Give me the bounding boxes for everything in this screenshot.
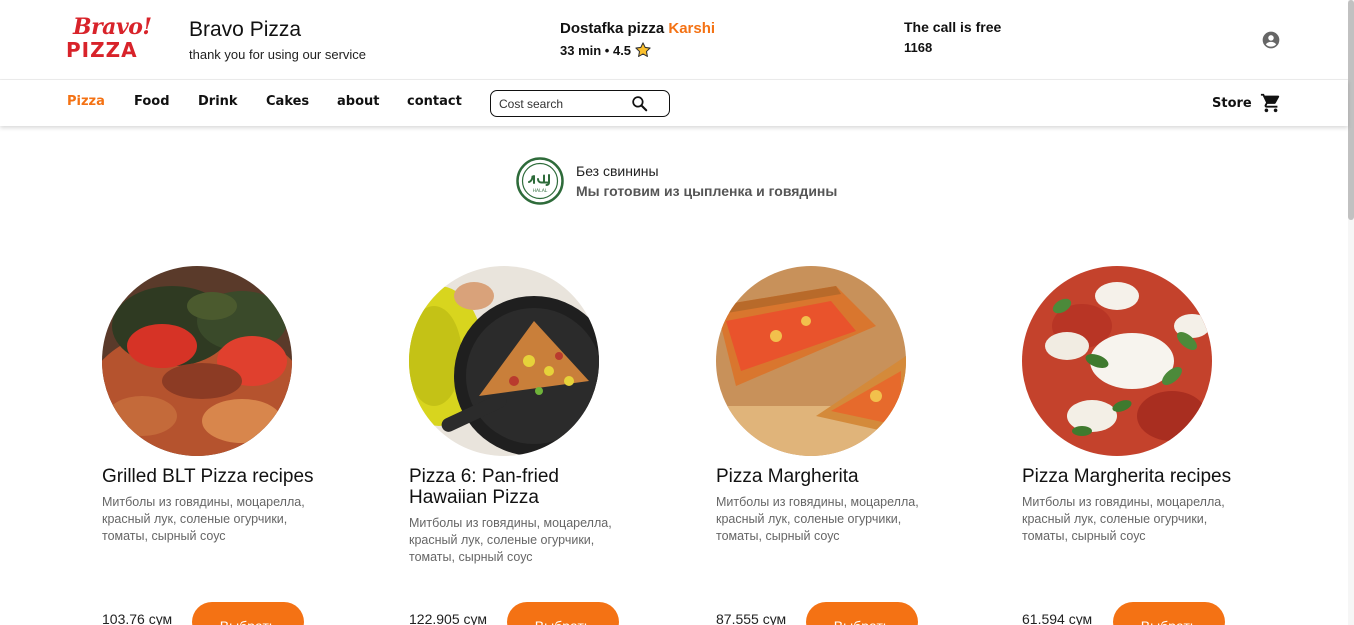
call-number[interactable]: 1168 bbox=[904, 40, 1001, 55]
choose-button[interactable]: Выбрать bbox=[1113, 602, 1225, 625]
nav-item-about[interactable]: about bbox=[337, 94, 379, 109]
nav-item-contact[interactable]: contact bbox=[407, 94, 462, 109]
nav-item-food[interactable]: Food bbox=[134, 94, 170, 109]
store-label: Store bbox=[1212, 95, 1252, 111]
product-image-margherita[interactable] bbox=[716, 266, 906, 456]
logo-block-text: PIZZA bbox=[66, 38, 138, 62]
product-image-margherita-recipes[interactable] bbox=[1022, 266, 1212, 456]
brand-subtitle: thank you for using our service bbox=[189, 47, 367, 62]
product-image-grilled-blt[interactable] bbox=[102, 266, 292, 456]
brand-block: Bravo Pizza thank you for using our serv… bbox=[189, 18, 366, 62]
product-price: 87.555 сум bbox=[716, 611, 787, 625]
choose-button[interactable]: Выбрать bbox=[507, 602, 619, 625]
delivery-city[interactable]: Karshi bbox=[668, 20, 715, 37]
product-card: Grilled BLT Pizza recipes Митболы из гов… bbox=[102, 266, 332, 545]
product-description: Митболы из говядины, моцарелла, красный … bbox=[716, 495, 919, 543]
delivery-time-rating: 33 min • 4.5 bbox=[560, 42, 632, 58]
product-image-hawaiian[interactable] bbox=[409, 266, 599, 456]
logo-script-text: Bravo! bbox=[73, 14, 152, 40]
nav-item-cakes[interactable]: Cakes bbox=[266, 94, 309, 109]
search-box bbox=[490, 90, 670, 117]
choose-button[interactable]: Выбрать bbox=[192, 602, 304, 625]
product-name[interactable]: Pizza 6: Pan-fried Hawaiian Pizza bbox=[409, 466, 634, 508]
product-description: Митболы из говядины, моцарелла, красный … bbox=[102, 495, 305, 543]
star-icon bbox=[635, 42, 651, 57]
main-nav: Pizza Food Drink Cakes about contact Sto… bbox=[0, 80, 1348, 126]
choose-button[interactable]: Выбрать bbox=[806, 602, 918, 625]
halal-banner: HALAL Без свинины Мы готовим из цыпленка… bbox=[516, 157, 837, 205]
product-price: 103.76 сум bbox=[102, 611, 173, 625]
product-price: 122.905 сум bbox=[409, 611, 487, 625]
product-name[interactable]: Pizza Margherita bbox=[716, 466, 941, 487]
delivery-info: Dostafka pizza Karshi 33 min • 4.5 bbox=[560, 20, 715, 59]
product-card: Pizza Margherita Митболы из говядины, мо… bbox=[716, 266, 946, 545]
call-label: The call is free bbox=[904, 19, 1002, 35]
delivery-label: Dostafka pizza bbox=[560, 20, 665, 37]
top-header: Bravo! PIZZA Bravo Pizza thank you for u… bbox=[0, 0, 1354, 80]
nav-item-drink[interactable]: Drink bbox=[198, 94, 238, 109]
brand-title: Bravo Pizza bbox=[189, 18, 302, 41]
halal-badge-icon: HALAL bbox=[516, 157, 564, 205]
halal-badge-text: HALAL bbox=[533, 188, 548, 194]
product-card: Pizza 6: Pan-fried Hawaiian Pizza Митбол… bbox=[409, 266, 639, 566]
bravo-pizza-logo[interactable]: Bravo! PIZZA bbox=[66, 14, 152, 62]
nav-item-pizza[interactable]: Pizza bbox=[67, 94, 105, 109]
product-price: 61.594 сум bbox=[1022, 611, 1093, 625]
shopping-cart-icon bbox=[1260, 93, 1279, 113]
call-info: The call is free 1168 bbox=[904, 19, 1001, 55]
product-description: Митболы из говядины, моцарелла, красный … bbox=[409, 516, 612, 564]
search-input[interactable] bbox=[499, 96, 629, 111]
search-icon[interactable] bbox=[630, 94, 649, 113]
account-circle-icon[interactable] bbox=[1261, 30, 1281, 50]
halal-title: Без свинины bbox=[576, 163, 659, 179]
halal-subtitle: Мы готовим из цыпленка и говядины bbox=[576, 183, 838, 199]
page-scrollbar[interactable] bbox=[1348, 0, 1354, 625]
store-button[interactable]: Store bbox=[1212, 92, 1282, 114]
product-name[interactable]: Pizza Margherita recipes bbox=[1022, 466, 1247, 487]
product-description: Митболы из говядины, моцарелла, красный … bbox=[1022, 495, 1225, 543]
product-name[interactable]: Grilled BLT Pizza recipes bbox=[102, 466, 327, 487]
scrollbar-thumb[interactable] bbox=[1348, 0, 1354, 220]
product-card: Pizza Margherita recipes Митболы из говя… bbox=[1022, 266, 1252, 545]
